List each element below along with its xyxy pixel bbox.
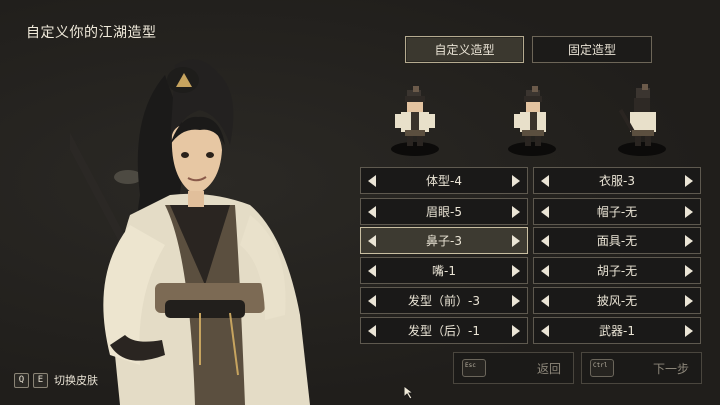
prev-arrow-icon[interactable] — [539, 262, 551, 280]
character-portrait — [70, 59, 310, 405]
option-beard[interactable]: 胡子-无 — [533, 257, 701, 284]
option-label: 嘴-1 — [432, 264, 456, 278]
sprite-front[interactable] — [385, 84, 445, 156]
prev-arrow-icon[interactable] — [366, 292, 378, 310]
tab-fixed-look[interactable]: 固定造型 — [532, 36, 652, 63]
prev-arrow-icon[interactable] — [539, 172, 551, 190]
option-mask[interactable]: 面具-无 — [533, 227, 701, 254]
prev-arrow-icon[interactable] — [366, 172, 378, 190]
option-brows-eyes[interactable]: 眉眼-5 — [360, 198, 528, 225]
option-label: 披风-无 — [596, 294, 638, 308]
option-label: 武器-1 — [599, 324, 635, 338]
key-q-button[interactable]: Q — [14, 372, 29, 388]
next-arrow-icon[interactable] — [510, 172, 522, 190]
next-button[interactable]: Ctrl 下一步 — [581, 352, 702, 384]
prev-arrow-icon[interactable] — [539, 292, 551, 310]
next-arrow-icon[interactable] — [683, 232, 695, 250]
option-label: 面具-无 — [596, 234, 638, 248]
prev-arrow-icon[interactable] — [366, 322, 378, 340]
next-arrow-icon[interactable] — [683, 292, 695, 310]
next-arrow-icon[interactable] — [683, 172, 695, 190]
option-hair-front[interactable]: 发型（前）-3 — [360, 287, 528, 314]
back-button-label: 返回 — [536, 361, 561, 376]
pointer-cursor-icon — [404, 386, 415, 400]
sprite-front-figure — [395, 86, 435, 146]
option-label: 眉眼-5 — [426, 205, 462, 219]
esc-key-hint: Esc — [462, 359, 486, 377]
option-cape[interactable]: 披风-无 — [533, 287, 701, 314]
next-arrow-icon[interactable] — [510, 292, 522, 310]
next-arrow-icon[interactable] — [683, 203, 695, 221]
prev-arrow-icon[interactable] — [539, 203, 551, 221]
sword-guard — [114, 170, 142, 184]
back-button[interactable]: Esc 返回 — [453, 352, 574, 384]
prev-arrow-icon[interactable] — [539, 322, 551, 340]
sprite-back[interactable] — [612, 84, 672, 156]
sprite-side-figure — [514, 86, 546, 146]
option-nose[interactable]: 鼻子-3 — [360, 227, 528, 254]
next-arrow-icon[interactable] — [683, 322, 695, 340]
option-label: 鼻子-3 — [426, 234, 462, 248]
page-title: 自定义你的江湖造型 — [26, 25, 157, 41]
prev-arrow-icon[interactable] — [366, 203, 378, 221]
option-mouth[interactable]: 嘴-1 — [360, 257, 528, 284]
option-label: 发型（后）-1 — [408, 324, 480, 338]
option-clothes[interactable]: 衣服-3 — [533, 167, 701, 194]
option-body-type[interactable]: 体型-4 — [360, 167, 528, 194]
option-label: 帽子-无 — [596, 205, 638, 219]
tab-custom-label: 自定义造型 — [434, 43, 495, 57]
key-e-button[interactable]: E — [33, 372, 48, 388]
next-arrow-icon[interactable] — [510, 322, 522, 340]
next-arrow-icon[interactable] — [510, 262, 522, 280]
prev-arrow-icon[interactable] — [539, 232, 551, 250]
next-arrow-icon[interactable] — [510, 203, 522, 221]
option-label: 胡子-无 — [596, 264, 638, 278]
skin-switch-hint: Q E 切换皮肤 — [14, 372, 98, 388]
next-button-label: 下一步 — [652, 361, 689, 376]
prev-arrow-icon[interactable] — [366, 232, 378, 250]
character-creation-screen: 自定义你的江湖造型 自定义造型 固定造型 体型-4 眉眼-5 鼻子-3 嘴-1 … — [0, 0, 720, 405]
option-hat[interactable]: 帽子-无 — [533, 198, 701, 225]
prev-arrow-icon[interactable] — [366, 262, 378, 280]
next-arrow-icon[interactable] — [510, 232, 522, 250]
option-label: 衣服-3 — [599, 174, 635, 188]
next-arrow-icon[interactable] — [683, 262, 695, 280]
option-label: 发型（前）-3 — [408, 294, 480, 308]
tab-custom-look[interactable]: 自定义造型 — [405, 36, 524, 63]
option-hair-back[interactable]: 发型（后）-1 — [360, 317, 528, 344]
option-label: 体型-4 — [426, 174, 462, 188]
sprite-back-figure — [618, 84, 656, 146]
option-weapon[interactable]: 武器-1 — [533, 317, 701, 344]
tab-fixed-label: 固定造型 — [567, 43, 616, 57]
ctrl-key-hint: Ctrl — [590, 359, 614, 377]
sprite-three-quarter[interactable] — [502, 84, 562, 156]
skin-switch-label: 切换皮肤 — [54, 374, 98, 387]
